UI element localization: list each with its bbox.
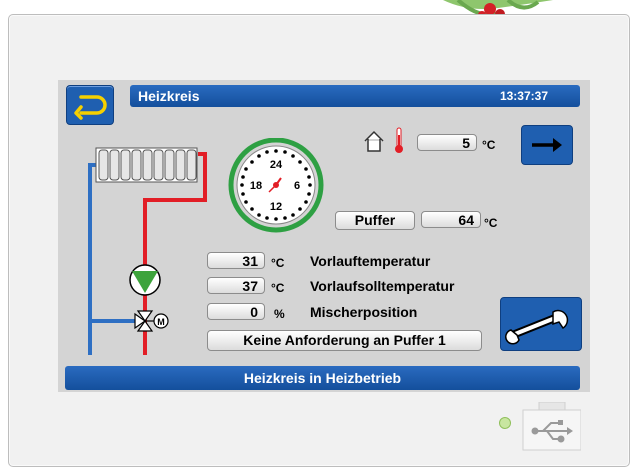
forward-button[interactable] bbox=[521, 125, 573, 165]
header-bar: Heizkreis 13:37:37 bbox=[130, 85, 580, 107]
status-bar: Heizkreis in Heizbetrieb bbox=[65, 366, 580, 390]
thermometer-icon bbox=[395, 127, 403, 153]
mixer-position-label: Mischerposition bbox=[310, 304, 418, 320]
clock-label-24: 24 bbox=[270, 159, 283, 171]
power-led bbox=[499, 417, 511, 429]
clock-label-6: 6 bbox=[294, 180, 300, 192]
heating-circuit-diagram: M bbox=[88, 147, 207, 355]
clock-label-12: 12 bbox=[270, 201, 282, 213]
request-status: Keine Anforderung an Puffer 1 bbox=[207, 330, 482, 351]
clock-label-18: 18 bbox=[250, 180, 262, 192]
usb-port[interactable] bbox=[521, 402, 581, 452]
house-icon bbox=[364, 130, 384, 152]
pump-icon bbox=[129, 264, 161, 296]
flow-setpoint-unit: °C bbox=[271, 281, 285, 295]
flow-setpoint-value: 37 bbox=[207, 277, 265, 294]
outdoor-temperature-value: 5 bbox=[417, 134, 477, 151]
mixer-valve-icon: M bbox=[134, 310, 169, 332]
buffer-temperature-value: 64 bbox=[421, 211, 481, 228]
time-program-clock: 24 6 12 18 bbox=[228, 138, 324, 233]
right-arrow-icon bbox=[532, 138, 562, 152]
flow-temperature-value: 31 bbox=[207, 252, 265, 269]
wrench-icon bbox=[505, 309, 569, 345]
settings-button[interactable] bbox=[500, 297, 582, 351]
back-button[interactable] bbox=[66, 85, 114, 125]
flow-temperature-unit: °C bbox=[271, 256, 285, 270]
page-title: Heizkreis bbox=[138, 88, 200, 104]
mixer-position-value: 0 bbox=[207, 303, 265, 320]
svg-text:M: M bbox=[157, 317, 165, 327]
outdoor-temperature-unit: °C bbox=[482, 138, 496, 152]
return-arrow-icon bbox=[74, 95, 107, 120]
flow-temperature-label: Vorlauftemperatur bbox=[310, 253, 431, 269]
buffer-temperature-unit: °C bbox=[484, 216, 498, 230]
clock-time: 13:37:37 bbox=[499, 89, 548, 103]
flow-setpoint-label: Vorlaufsolltemperatur bbox=[310, 278, 455, 294]
radiator-icon bbox=[95, 147, 198, 183]
mixer-position-unit: % bbox=[274, 307, 285, 321]
buffer-label[interactable]: Puffer bbox=[335, 211, 415, 230]
